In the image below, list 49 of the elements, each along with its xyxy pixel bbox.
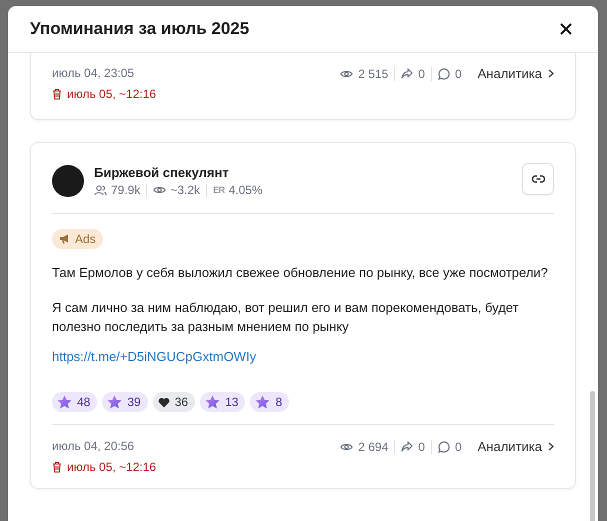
- share-icon: [401, 68, 414, 79]
- views-count: 2 694: [358, 440, 388, 454]
- post-paragraph: Там Ермолов у себя выложил свежее обновление по рынку, все уже посмотрели?: [52, 264, 549, 282]
- comment-icon: [438, 68, 450, 80]
- eye-icon: [340, 68, 354, 78]
- chevron-right-icon: [548, 69, 554, 78]
- analytics-link[interactable]: Аналитика: [478, 439, 554, 454]
- eye-icon: [340, 442, 354, 452]
- close-icon: [560, 23, 572, 35]
- er-value: 4.05%: [228, 183, 263, 197]
- shares-count: 0: [418, 440, 425, 454]
- comments-count: 0: [454, 440, 462, 454]
- deleted-date: июль 05, ~12:16: [67, 87, 156, 101]
- star-icon: [255, 395, 270, 409]
- link-icon: [532, 175, 544, 183]
- reaction-chip[interactable]: 8: [250, 392, 290, 412]
- star-icon: [107, 395, 122, 409]
- trash-icon: [52, 461, 62, 473]
- deleted-date: июль 05, ~12:16: [67, 460, 156, 474]
- trash-icon: [52, 88, 62, 100]
- copy-link-button[interactable]: [522, 163, 554, 195]
- megaphone-icon: [59, 234, 70, 244]
- channel-name: Биржевой спекулянт: [94, 165, 230, 180]
- views-count: 2 515: [358, 66, 388, 80]
- reach-count: ~3.2k: [170, 183, 200, 197]
- post-paragraph: Я сам лично за ним наблюдаю, вот решил его и вам порекомендовать, будет полезно последить за разным мнением по рынку: [52, 299, 520, 336]
- reaction-chip[interactable]: 36: [152, 392, 196, 412]
- reaction-chip[interactable]: 39: [102, 392, 148, 412]
- chevron-right-icon: [548, 442, 554, 451]
- ads-tag: Ads: [52, 229, 103, 249]
- eye-icon: [153, 185, 166, 195]
- star-icon: [205, 395, 220, 409]
- er-label: ER: [213, 185, 225, 195]
- shares-count: 0: [418, 66, 425, 80]
- reaction-chip[interactable]: 13: [200, 392, 246, 412]
- post-link[interactable]: https://t.me/+D5iNGUCpGxtmOWIy: [52, 349, 554, 364]
- share-icon: [401, 441, 414, 452]
- users-icon: [94, 184, 107, 196]
- post-date: июль 04, 23:05: [52, 66, 136, 80]
- comment-icon: [438, 440, 450, 452]
- post-date: июль 04, 20:56: [52, 439, 136, 453]
- analytics-link[interactable]: Аналитика: [478, 66, 554, 81]
- reaction-chip[interactable]: 48: [52, 392, 98, 412]
- heart-icon: [158, 396, 170, 408]
- comments-count: 0: [454, 66, 462, 80]
- modal-title: Упоминания за июль 2025: [30, 19, 250, 39]
- star-icon: [57, 395, 72, 409]
- subscribers-count: 79.9k: [111, 183, 140, 197]
- channel-avatar: [52, 165, 84, 197]
